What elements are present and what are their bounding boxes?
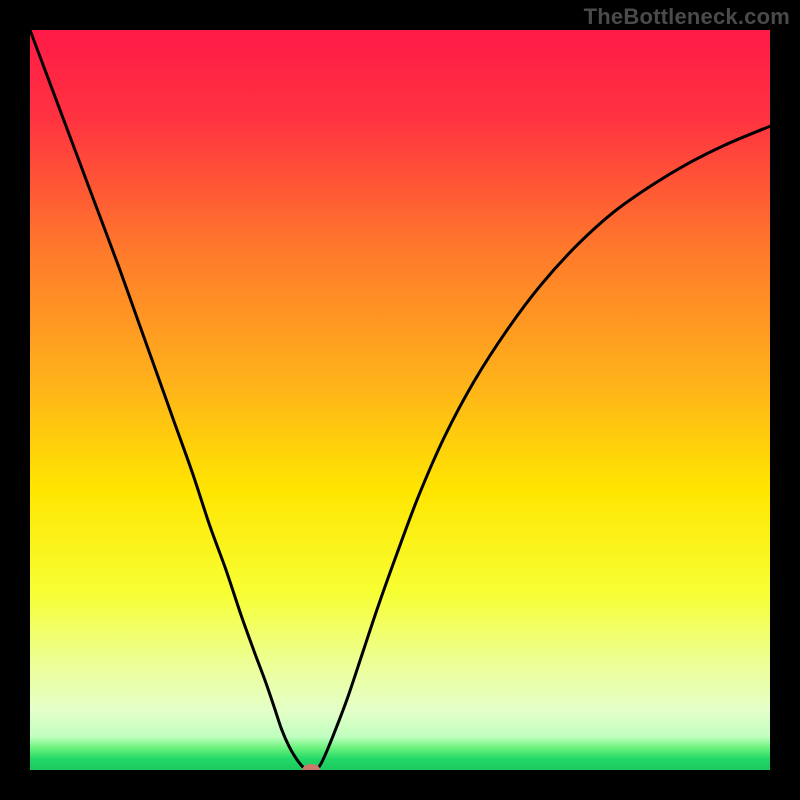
chart-svg [30, 30, 770, 770]
plot-area [30, 30, 770, 770]
watermark-text: TheBottleneck.com [584, 4, 790, 30]
gradient-background [30, 30, 770, 770]
chart-container: TheBottleneck.com [0, 0, 800, 800]
